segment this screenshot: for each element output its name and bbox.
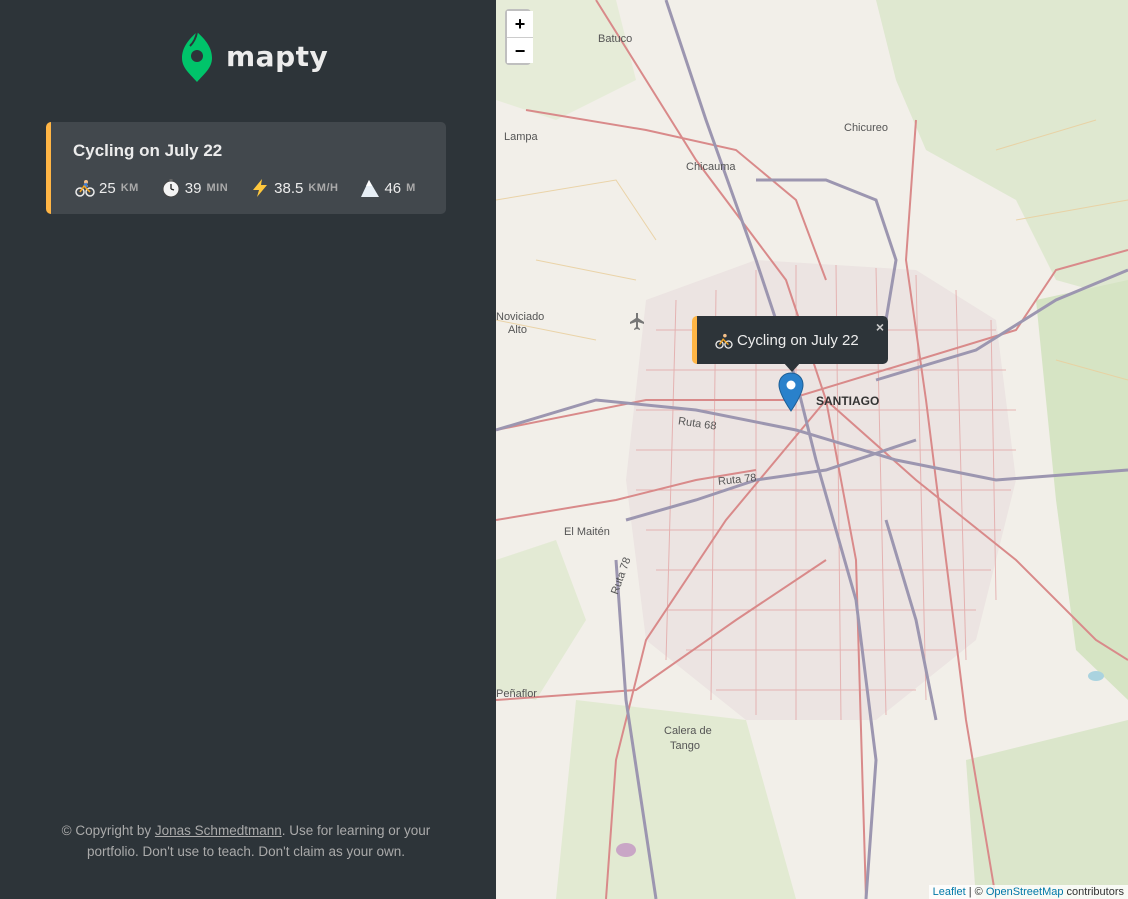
workout-title: Cycling on July 22: [73, 141, 223, 160]
popup-close-button[interactable]: ×: [876, 319, 884, 335]
zoom-control: + −: [505, 9, 533, 65]
map-tiles: [496, 0, 1128, 899]
mountain-icon: [361, 180, 380, 197]
stopwatch-icon: [162, 179, 180, 198]
workout-popup[interactable]: Cycling on July 22 ×: [692, 316, 888, 372]
speed-value: 38.5: [274, 179, 304, 197]
duration-unit: min: [206, 182, 229, 194]
speed-unit: km/h: [308, 182, 339, 194]
map-label-alto: Alto: [508, 324, 527, 336]
map-label-batuco: Batuco: [598, 33, 633, 45]
logo: mapty: [182, 30, 328, 82]
copyright-prefix: © Copyright by: [61, 823, 155, 838]
workout-duration: 39 min: [161, 178, 228, 198]
workout-details: 25 km 39 min 38.5 km/h: [75, 178, 438, 198]
map-attribution: Leaflet | © OpenStreetMap contributors: [928, 885, 1128, 899]
author-link[interactable]: Jonas Schmedtmann: [155, 823, 282, 838]
leaflet-link[interactable]: Leaflet: [933, 886, 966, 898]
map-marker-icon[interactable]: [778, 372, 804, 412]
bicyclist-icon: [715, 333, 733, 349]
elevation-value: 46: [384, 179, 402, 197]
workout-card-cycling[interactable]: Cycling on July 22 25 km 3: [46, 122, 446, 214]
map-label-santiago: SANTIAGO: [816, 394, 880, 408]
distance-unit: km: [120, 182, 139, 194]
map-label-chicauma: Chicauma: [686, 161, 736, 173]
map-label-lampa: Lampa: [504, 131, 538, 143]
logo-text: mapty: [226, 39, 329, 73]
map-pin-logo-icon: [182, 31, 212, 82]
map-label-noviciado: Noviciado: [496, 311, 545, 323]
zoom-in-button[interactable]: +: [507, 11, 533, 37]
lightning-icon: [253, 179, 268, 197]
map-label-calera: Calera de: [664, 725, 712, 737]
distance-value: 25: [99, 179, 116, 197]
attribution-suffix: contributors: [1063, 886, 1124, 898]
workout-speed: 38.5 km/h: [250, 178, 338, 198]
sidebar: mapty Cycling on July 22 25 km: [0, 0, 496, 899]
zoom-out-button[interactable]: −: [507, 37, 533, 63]
bicyclist-icon: [75, 180, 95, 197]
workout-distance: 25 km: [75, 178, 139, 198]
elevation-unit: m: [406, 182, 416, 194]
attribution-separator: | ©: [965, 886, 986, 898]
map[interactable]: Batuco Lampa Chicureo Chicauma Noviciado…: [496, 0, 1128, 899]
map-label-el-maiten: El Maitén: [564, 526, 610, 538]
workout-elevation: 46 m: [360, 178, 415, 198]
osm-link[interactable]: OpenStreetMap: [986, 886, 1064, 898]
map-label-chicureo: Chicureo: [844, 122, 889, 134]
copyright-footer: © Copyright by Jonas Schmedtmann. Use fo…: [46, 820, 446, 862]
popup-text: Cycling on July 22: [737, 332, 859, 349]
map-label-tango: Tango: [670, 740, 700, 752]
popup-tip: [783, 362, 801, 372]
map-label-penaflor: Peñaflor: [496, 688, 537, 700]
duration-value: 39: [184, 179, 202, 197]
